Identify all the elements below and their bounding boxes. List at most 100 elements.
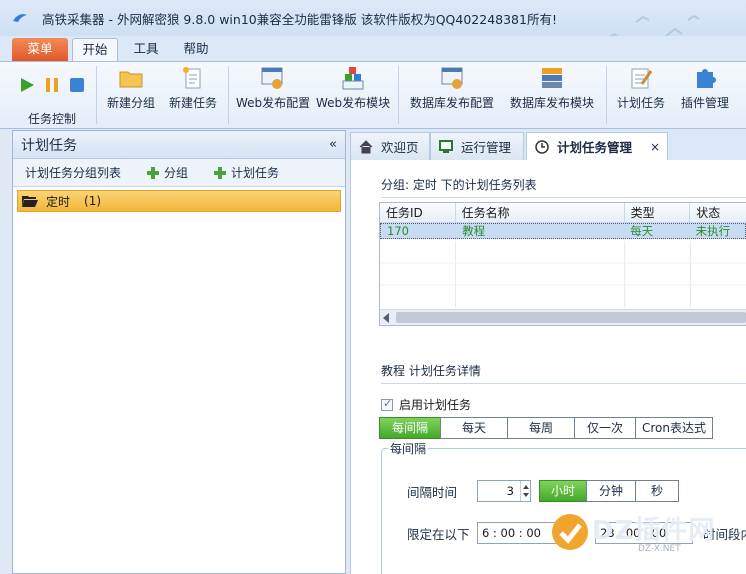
clock-icon — [535, 139, 549, 154]
time-limit-label: 限定在以下 — [407, 527, 470, 542]
window-title: 高铁采集器 - 外网解密狼 9.8.0 win10兼容全功能雷锋版 该软件版权为… — [42, 11, 557, 27]
panel-title: 计划任务 — [21, 137, 77, 154]
tab-run-manager[interactable]: 运行管理 — [430, 132, 524, 160]
app-logo-icon — [13, 14, 27, 22]
new-group-button[interactable]: 新建分组 — [104, 66, 158, 112]
pause-icon[interactable] — [43, 76, 61, 94]
tab-welcome-label: 欢迎页 — [381, 140, 419, 155]
ribbon-tab-bar: 菜单 开始 工具 帮助 — [0, 36, 746, 62]
ribbon-separator — [228, 66, 229, 124]
group-list-toolbar: 计划任务分组列表 分组 计划任务 — [13, 159, 345, 187]
scheduled-task-button[interactable]: 计划任务 — [614, 66, 668, 112]
open-folder-icon — [22, 196, 38, 207]
group-name: 定时 — [46, 194, 71, 209]
unit-minute-button[interactable]: 分钟 — [586, 480, 636, 502]
watermark-subtext: DZ-X.NET — [638, 544, 681, 554]
cell-task-type: 每天 — [624, 224, 690, 238]
table-row[interactable]: 170 教程 每天 未执行 — [380, 223, 746, 239]
task-list-title: 分组: 定时 下的计划任务列表 — [381, 176, 746, 198]
interval-group-legend: 每间隔 — [388, 440, 429, 457]
watermark-text: DZ插件网 — [592, 516, 716, 546]
web-publish-config-label: Web发布配置 — [236, 96, 311, 110]
interval-stepper[interactable]: 3 — [477, 480, 531, 502]
web-module-icon — [342, 67, 364, 90]
horizontal-scrollbar[interactable] — [380, 309, 746, 325]
task-control-group-label: 任务控制 — [28, 112, 77, 126]
db-publish-module-label: 数据库发布模块 — [509, 96, 594, 110]
web-publish-module-label: Web发布模块 — [316, 96, 391, 110]
new-task-button[interactable]: 新建任务 — [166, 66, 220, 112]
interval-value: 3 — [506, 484, 514, 498]
tab-run-manager-label: 运行管理 — [461, 140, 512, 155]
tree-item-group[interactable]: 定时 (1) — [17, 190, 341, 212]
enable-task-label: 启用计划任务 — [399, 398, 472, 412]
grid-lines — [380, 241, 746, 307]
puzzle-icon — [697, 69, 716, 88]
new-task-label: 新建任务 — [168, 96, 217, 110]
database-module-icon — [542, 68, 562, 88]
ribbon-separator — [606, 66, 607, 124]
task-control-buttons — [18, 76, 86, 94]
stop-icon[interactable] — [68, 76, 86, 94]
home-icon — [359, 139, 373, 153]
db-publish-config-label: 数据库发布配置 — [409, 96, 494, 110]
schedule-weekly-button[interactable]: 每周 — [507, 417, 575, 439]
detail-title: 教程 计划任务详情 — [381, 362, 746, 384]
checkbox-icon[interactable] — [381, 397, 393, 411]
collapse-panel-button[interactable]: « — [329, 137, 337, 152]
group-count: (1) — [84, 194, 102, 208]
web-publish-module-button[interactable]: Web发布模块 — [316, 66, 390, 112]
menu-tab[interactable]: 菜单 — [12, 38, 68, 62]
enable-task-checkbox[interactable]: 启用计划任务 — [381, 396, 471, 413]
grid-header: 任务ID 任务名称 类型 状态 — [380, 203, 746, 223]
db-publish-module-button[interactable]: 数据库发布模块 — [506, 66, 598, 112]
ribbon-toolbar: 任务控制 新建分组 新建任务 Web发布配置 Web发布模块 数据库发布配置 数… — [0, 61, 746, 129]
column-header-status[interactable]: 状态 — [690, 203, 746, 222]
task-list-grid: 任务ID 任务名称 类型 状态 170 教程 每天 未执行 — [379, 202, 746, 326]
database-config-icon — [441, 67, 463, 89]
add-group-button[interactable]: 分组 — [147, 164, 188, 181]
document-tab-bar: 欢迎页 运行管理 计划任务管理 × — [350, 130, 746, 160]
tab-start[interactable]: 开始 — [72, 38, 118, 62]
folder-icon — [119, 71, 143, 88]
start-icon[interactable] — [18, 76, 36, 94]
plus-icon — [147, 166, 160, 179]
schedule-once-button[interactable]: 仅一次 — [574, 417, 636, 439]
add-group-label: 分组 — [164, 166, 189, 180]
task-edit-icon — [631, 68, 653, 89]
schedule-type-selector: 每间隔 每天 每周 仅一次 Cron表达式 — [379, 417, 713, 439]
group-list-label: 计划任务分组列表 — [25, 166, 122, 180]
db-publish-config-button[interactable]: 数据库发布配置 — [406, 66, 498, 112]
add-task-button[interactable]: 计划任务 — [214, 164, 279, 181]
close-tab-icon[interactable]: × — [650, 140, 660, 154]
schedule-daily-button[interactable]: 每天 — [440, 417, 508, 439]
unit-hour-button[interactable]: 小时 — [539, 480, 587, 502]
schedule-interval-button[interactable]: 每间隔 — [379, 417, 441, 439]
column-header-name[interactable]: 任务名称 — [456, 203, 625, 222]
scroll-left-icon[interactable] — [383, 313, 389, 323]
tab-scheduled-task-manager[interactable]: 计划任务管理 × — [526, 132, 668, 160]
scheduled-task-panel: 计划任务 « 计划任务分组列表 分组 计划任务 定时 (1) — [12, 130, 346, 574]
web-publish-config-button[interactable]: Web发布配置 — [236, 66, 311, 112]
tab-welcome[interactable]: 欢迎页 — [350, 132, 430, 160]
plugin-manager-button[interactable]: 插件管理 — [676, 66, 734, 112]
ribbon-separator — [398, 66, 399, 124]
dz-watermark: DZ插件网 DZ-X.NET — [548, 508, 746, 560]
column-header-type[interactable]: 类型 — [625, 203, 691, 222]
title-bar: 高铁采集器 - 外网解密狼 9.8.0 win10兼容全功能雷锋版 该软件版权为… — [0, 0, 746, 41]
time-from-value: 6 : 00 : 00 — [482, 526, 541, 540]
schedule-cron-button[interactable]: Cron表达式 — [635, 417, 713, 439]
cell-task-status: 未执行 — [695, 224, 731, 238]
spin-arrows-icon[interactable] — [520, 481, 530, 501]
scroll-thumb[interactable] — [396, 312, 746, 323]
column-header-id[interactable]: 任务ID — [380, 203, 456, 222]
tab-scheduled-task-manager-label: 计划任务管理 — [557, 140, 633, 155]
tab-tools[interactable]: 工具 — [126, 38, 166, 62]
interval-label: 间隔时间 — [407, 485, 458, 500]
cell-task-id: 170 — [381, 224, 457, 238]
web-config-icon — [261, 67, 283, 89]
unit-second-button[interactable]: 秒 — [635, 480, 679, 502]
new-document-icon — [183, 67, 201, 89]
tab-help[interactable]: 帮助 — [176, 38, 216, 62]
ribbon-separator — [96, 66, 97, 124]
